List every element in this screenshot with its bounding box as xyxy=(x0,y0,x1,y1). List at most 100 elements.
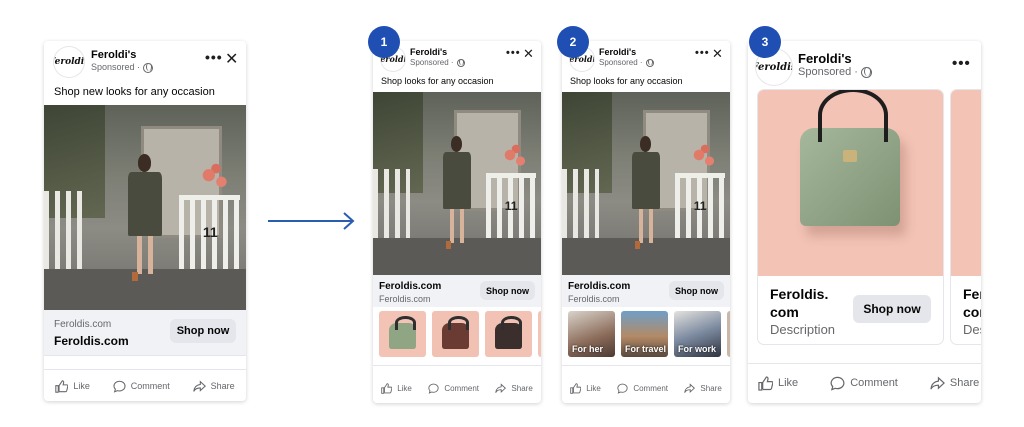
collection-thumbnails: For her For travel For work xyxy=(562,311,730,357)
like-icon xyxy=(570,382,582,394)
step-badge-2: 2 xyxy=(557,26,589,58)
like-button[interactable]: Like xyxy=(55,379,90,393)
share-icon xyxy=(495,382,507,393)
ad-card-original: Feroldis Feroldi's Sponsored · ••• ✕ Sho… xyxy=(44,41,246,401)
brand-name[interactable]: Feroldi's xyxy=(599,47,636,57)
brand-name[interactable]: Feroldi's xyxy=(410,47,447,57)
comment-icon xyxy=(428,383,439,394)
action-bar: Like Comment Share xyxy=(44,375,246,397)
share-icon xyxy=(192,379,206,392)
sponsored-label: Sponsored · xyxy=(798,66,872,78)
globe-icon xyxy=(456,58,465,67)
like-label: Like xyxy=(73,381,90,391)
like-label: Like xyxy=(778,377,799,389)
handbag-image xyxy=(800,90,900,226)
product-image[interactable] xyxy=(758,90,943,276)
share-button[interactable]: Share xyxy=(930,375,980,391)
collection-thumb-for-her[interactable]: For her xyxy=(568,311,615,357)
comment-button[interactable]: Comment xyxy=(617,383,668,394)
collection-thumb-for-work[interactable]: For work xyxy=(674,311,721,357)
sponsored-label: Sponsored · xyxy=(91,62,154,73)
action-bar: Like Comment Share xyxy=(562,379,730,397)
comment-button[interactable]: Comment xyxy=(113,380,170,393)
share-label: Share xyxy=(210,381,235,391)
ad-card-variant-1: Feroldis Feroldi's Sponsored · ••• ✕ Sho… xyxy=(373,41,541,403)
more-options-icon[interactable]: ••• xyxy=(952,55,971,72)
step-badge-1: 1 xyxy=(368,26,400,58)
ad-caption: Shop looks for any occasion xyxy=(570,76,683,86)
ad-photo[interactable]: 11 xyxy=(562,92,730,275)
share-label: Share xyxy=(700,383,722,393)
share-button[interactable]: Share xyxy=(495,382,533,394)
comment-label: Comment xyxy=(130,381,170,391)
close-icon[interactable]: ✕ xyxy=(225,49,238,69)
more-options-icon[interactable]: ••• xyxy=(695,47,710,59)
comment-label: Comment xyxy=(633,383,668,393)
more-options-icon[interactable]: ••• xyxy=(205,49,223,65)
ad-caption: Shop new looks for any occasion xyxy=(54,86,215,98)
sponsored-label: Sponsored · xyxy=(599,58,654,67)
link-url-bold: Feroldis.com xyxy=(379,281,442,292)
globe-icon xyxy=(860,66,872,78)
brand-logo[interactable]: Feroldis xyxy=(54,47,84,77)
carousel-card-title: Feroldis. com xyxy=(770,286,829,320)
link-url-small: Feroldis.com xyxy=(379,294,431,304)
product-image[interactable] xyxy=(951,90,981,276)
carousel-card[interactable]: Feroldis. com Description Shop now xyxy=(758,90,943,344)
link-url-bold: Feroldis.com xyxy=(568,281,631,292)
like-button[interactable]: Like xyxy=(381,382,412,394)
link-strip[interactable]: Feroldis.com Feroldis.com Shop now xyxy=(44,310,246,355)
comment-icon xyxy=(830,376,845,391)
product-thumb[interactable] xyxy=(485,311,532,357)
carousel-card-title: Fercor xyxy=(963,286,981,320)
ad-caption: Shop looks for any occasion xyxy=(381,76,494,86)
arrow-right-icon xyxy=(268,212,355,230)
shop-now-button[interactable]: Shop now xyxy=(669,281,724,300)
product-thumbnails xyxy=(373,311,541,357)
brand-name[interactable]: Feroldi's xyxy=(91,49,136,61)
carousel-card-description: Description xyxy=(770,322,836,337)
like-icon xyxy=(758,375,773,391)
carousel-card-description: Des xyxy=(963,322,981,337)
comment-label: Comment xyxy=(850,377,898,389)
collection-thumb-for-travel[interactable]: For travel xyxy=(621,311,668,357)
product-thumb[interactable] xyxy=(379,311,426,357)
link-url-small: Feroldis.com xyxy=(568,294,620,304)
comment-icon xyxy=(617,383,628,394)
product-thumb[interactable] xyxy=(538,311,541,357)
close-icon[interactable]: ✕ xyxy=(523,46,534,62)
comment-button[interactable]: Comment xyxy=(830,376,898,391)
comment-label: Comment xyxy=(444,383,479,393)
comment-button[interactable]: Comment xyxy=(428,383,479,394)
comment-icon xyxy=(113,380,126,393)
brand-name[interactable]: Feroldi's xyxy=(798,51,852,66)
like-button[interactable]: Like xyxy=(758,375,799,391)
sponsored-label: Sponsored · xyxy=(410,58,465,67)
product-carousel: Feroldis.com Description Shop now Fercor… xyxy=(758,90,981,344)
carousel-card-next[interactable]: Fercor Des xyxy=(951,90,981,344)
product-thumb[interactable] xyxy=(432,311,479,357)
like-label: Like xyxy=(586,383,601,393)
action-bar: Like Comment Share xyxy=(748,372,981,394)
close-icon[interactable]: ✕ xyxy=(712,46,723,62)
more-options-icon[interactable]: ••• xyxy=(506,47,521,59)
action-bar: Like Comment Share xyxy=(373,379,541,397)
like-button[interactable]: Like xyxy=(570,382,601,394)
link-strip[interactable]: Feroldis.com Feroldis.com Shop now xyxy=(562,275,730,307)
share-button[interactable]: Share xyxy=(192,379,235,393)
globe-icon xyxy=(645,58,654,67)
shop-now-button[interactable]: Shop now xyxy=(480,281,535,300)
link-strip[interactable]: Feroldis.com Feroldis.com Shop now xyxy=(373,275,541,307)
shop-now-button[interactable]: Shop now xyxy=(170,319,236,343)
ad-photo[interactable]: 11 xyxy=(44,105,246,310)
ad-card-variant-3: Feroldis Feroldi's Sponsored · ••• Ferol… xyxy=(748,41,981,403)
globe-icon xyxy=(143,62,154,73)
share-button[interactable]: Share xyxy=(684,382,722,394)
shop-now-button[interactable]: Shop now xyxy=(853,295,931,323)
share-label: Share xyxy=(511,383,533,393)
ad-card-variant-2: Feroldis Feroldi's Sponsored · ••• ✕ Sho… xyxy=(562,41,730,403)
share-label: Share xyxy=(949,377,980,389)
ad-photo[interactable]: 11 xyxy=(373,92,541,275)
share-icon xyxy=(930,375,945,390)
collection-thumb[interactable] xyxy=(727,311,730,357)
